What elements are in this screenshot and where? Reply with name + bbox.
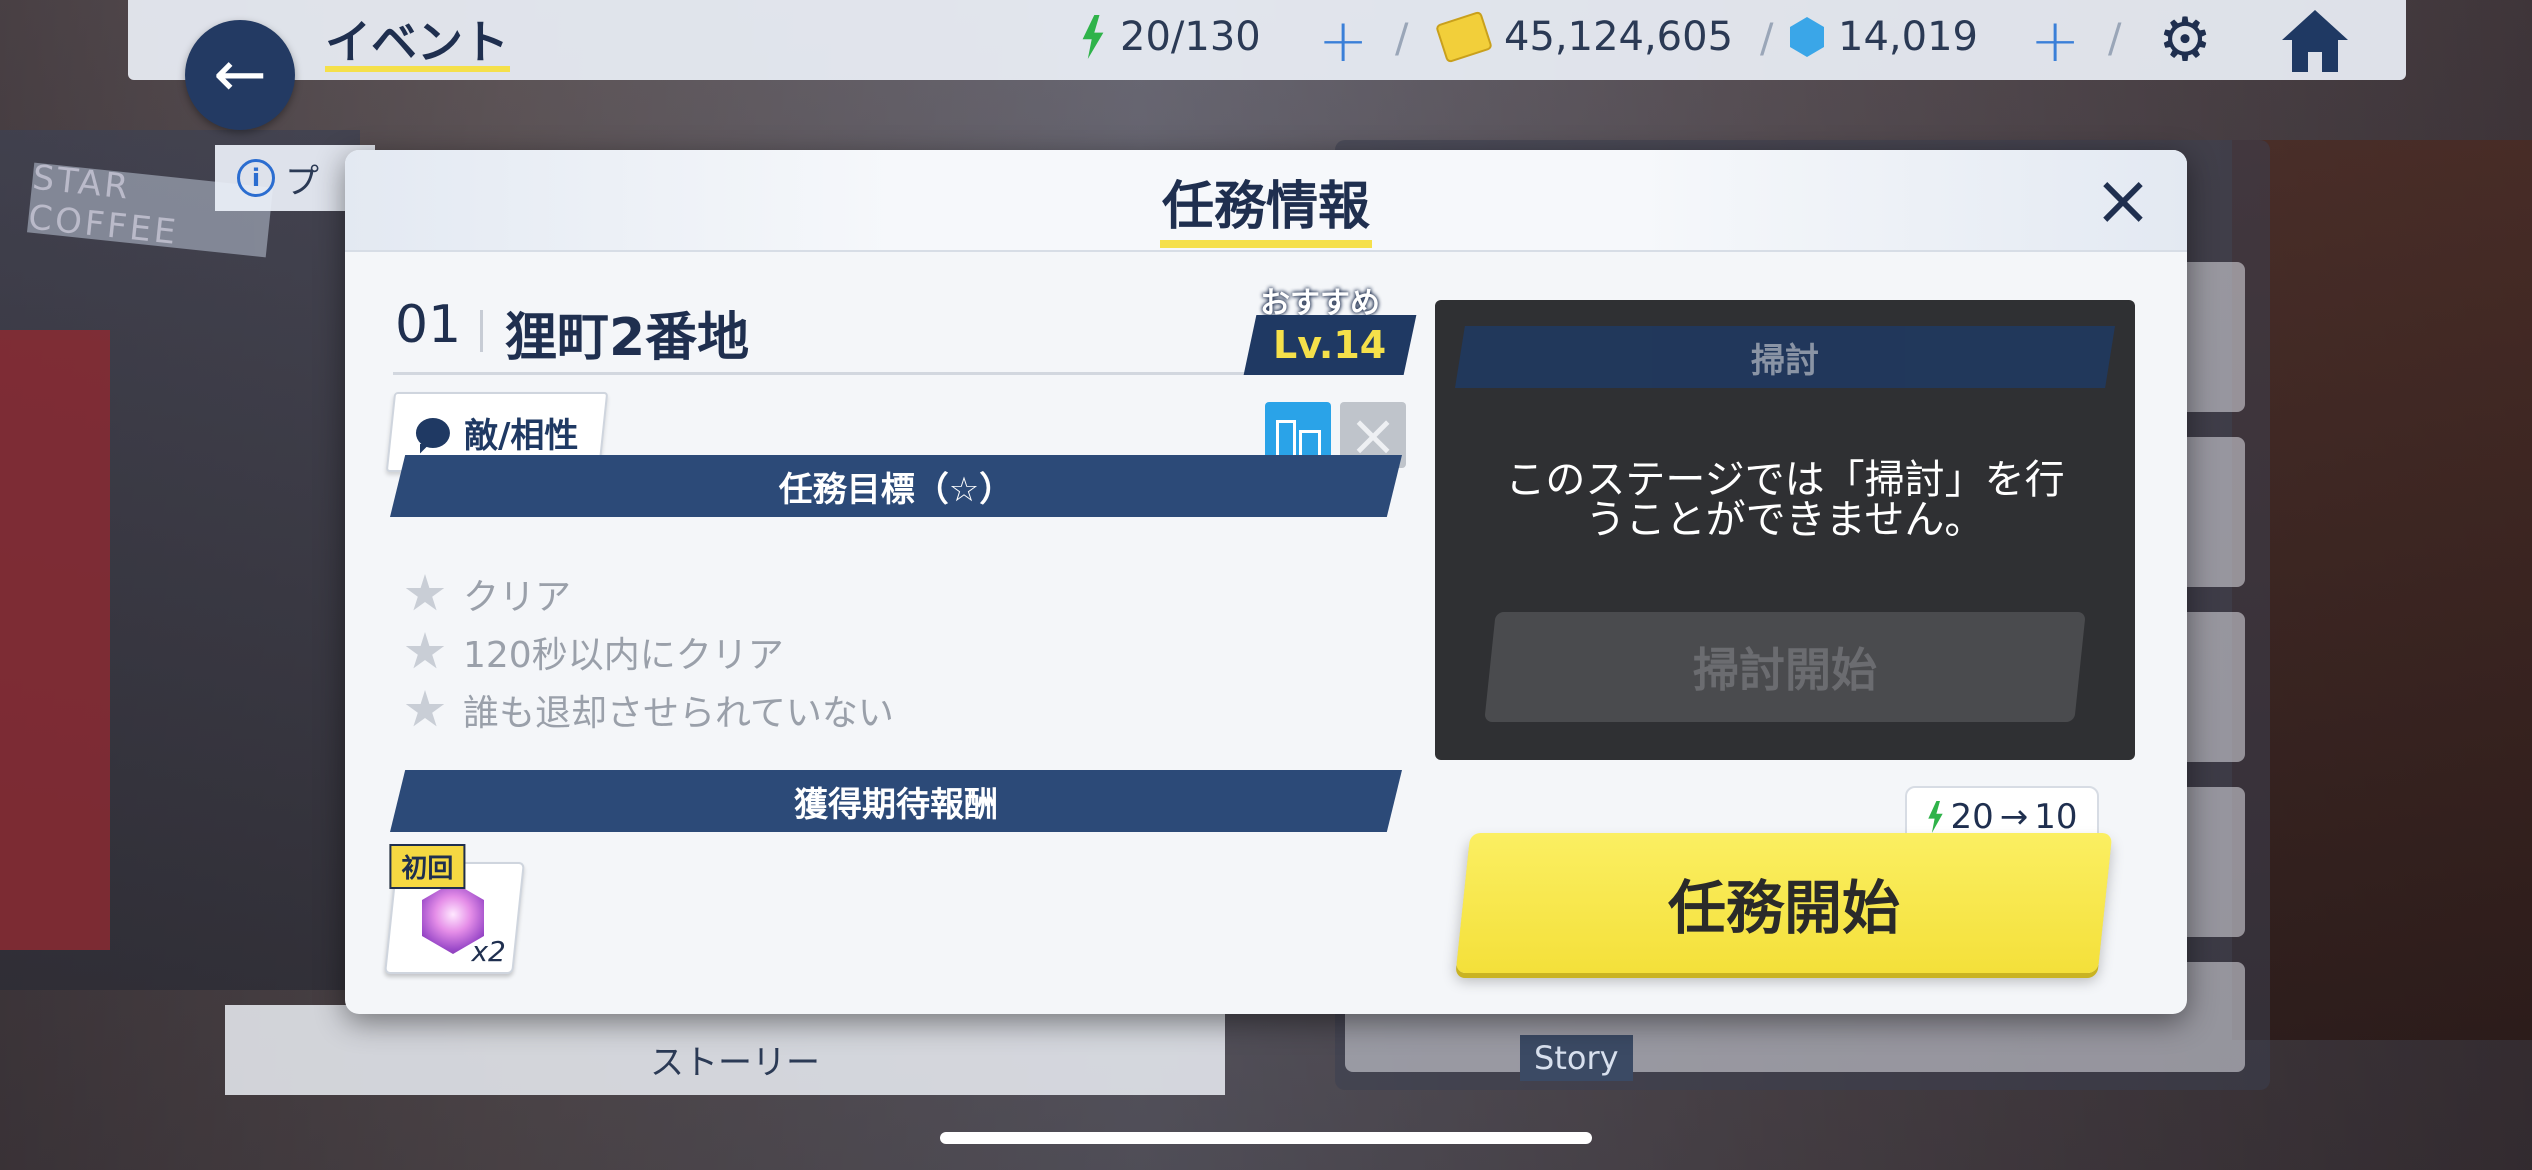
- gems-display: 14,019: [1790, 14, 1978, 60]
- back-button[interactable]: ←: [185, 20, 295, 130]
- stage-underline: [393, 372, 1273, 375]
- reward-count: x2: [471, 935, 506, 968]
- credits-display: 45,124,605: [1434, 10, 1734, 64]
- chat-bubble-icon: [415, 417, 450, 447]
- settings-button[interactable]: ⚙: [2155, 10, 2215, 70]
- cost-from: 20: [1950, 797, 1994, 837]
- arrow-left-icon: ←: [213, 38, 267, 112]
- objective-item: 誰も退却させられていない: [405, 684, 894, 736]
- arrow-right-icon: →: [1999, 797, 2029, 837]
- background-banner: [0, 330, 110, 950]
- building-icon-part: [1298, 430, 1321, 458]
- close-button[interactable]: ×: [2093, 165, 2153, 235]
- energy-icon: [1928, 801, 1943, 833]
- gems-value: 14,019: [1838, 14, 1978, 60]
- info-chip-label: プ: [285, 161, 319, 202]
- objective-item: クリア: [405, 568, 571, 620]
- add-energy-button[interactable]: +: [1318, 6, 1368, 76]
- mission-start-button[interactable]: 任務開始: [1455, 833, 2113, 973]
- sweep-message: このステージでは「掃討」を行うことができません。: [1505, 457, 2065, 543]
- separator: /: [2108, 16, 2122, 62]
- separator: /: [1395, 16, 1409, 62]
- sweep-panel: 掃討 このステージでは「掃討」を行うことができません。 掃討開始: [1435, 300, 2135, 760]
- star-icon: [405, 574, 445, 611]
- modal-title-underline: [1160, 240, 1372, 248]
- stage-name: 狸町2番地: [505, 308, 750, 368]
- add-gems-button[interactable]: +: [2030, 6, 2080, 76]
- recommended-level: Lv.14: [1273, 323, 1387, 367]
- first-clear-badge: 初回: [389, 844, 466, 889]
- star-icon: [405, 632, 445, 669]
- rewards-header: 獲得期待報酬: [390, 770, 1402, 832]
- credit-icon: [1434, 10, 1494, 64]
- credits-value: 45,124,605: [1504, 14, 1734, 60]
- gem-icon: [1790, 17, 1824, 57]
- story-tab-label: ストーリー: [650, 1043, 820, 1083]
- sweep-header: 掃討: [1455, 326, 2115, 388]
- reward-item[interactable]: 初回 x2: [384, 844, 525, 974]
- stage-separator: [480, 310, 483, 352]
- enemy-affinity-label: 敵/相性: [463, 415, 579, 456]
- cost-to: 10: [2034, 797, 2078, 837]
- gear-icon: ⚙: [2158, 5, 2212, 75]
- star-icon: [405, 690, 445, 727]
- energy-icon: [1082, 15, 1104, 59]
- objective-label: 120秒以内にクリア: [463, 635, 784, 676]
- home-button[interactable]: [2280, 8, 2350, 74]
- page-title: イベント: [325, 15, 509, 69]
- story-badge: Story: [1520, 1035, 1633, 1081]
- mission-start-label: 任務開始: [1667, 874, 1900, 942]
- energy-value: 20/130: [1120, 14, 1261, 60]
- home-icon: [2282, 10, 2348, 72]
- recommended-level-badge: Lv.14: [1243, 315, 1417, 375]
- background-building: [2232, 140, 2532, 1040]
- objective-label: クリア: [463, 577, 572, 618]
- building-icon: [1275, 420, 1296, 458]
- separator: /: [1760, 16, 1774, 62]
- energy-display: 20/130: [1080, 14, 1261, 60]
- objective-label: 誰も退却させられていない: [463, 693, 894, 734]
- close-icon: ×: [2093, 159, 2153, 241]
- mission-info-modal: 任務情報 × 01 狸町2番地 おすすめ Lv.14 敵/相性 × 任務目標（☆…: [345, 150, 2187, 1014]
- title-underline: [325, 66, 510, 72]
- home-indicator[interactable]: [940, 1132, 1592, 1144]
- sweep-start-label: 掃討開始: [1693, 643, 1877, 697]
- info-icon: i: [237, 159, 275, 197]
- sweep-start-button: 掃討開始: [1484, 612, 2086, 722]
- modal-title: 任務情報: [1161, 177, 1370, 237]
- stage-number: 01: [395, 295, 462, 355]
- objectives-header: 任務目標（☆）: [390, 455, 1402, 517]
- objective-item: 120秒以内にクリア: [405, 626, 784, 678]
